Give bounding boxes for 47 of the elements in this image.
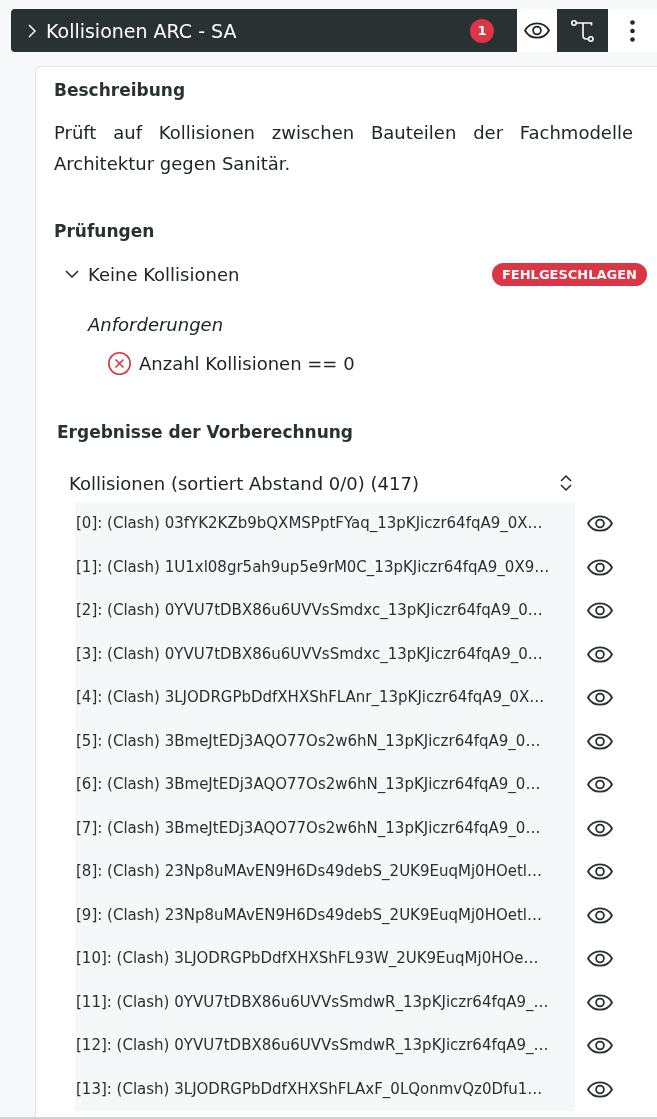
clash-item[interactable]: [13]: (Clash) 3LJODRGPbDdfXHXShFLAxF_0LQonmvQz0Dfu1… — [75, 1067, 575, 1111]
section-heading: Beschreibung — [54, 79, 187, 102]
visibility-button[interactable] — [517, 9, 557, 52]
sort-icon — [560, 474, 572, 492]
clash-item[interactable]: [1]: (Clash) 1U1xl08gr5ah9up5e9rM0C_13pKJiczr64fqA9_0X9… — [75, 545, 575, 589]
eye-icon — [587, 993, 613, 1011]
eye-icon — [524, 22, 550, 39]
chevron-down-icon[interactable] — [65, 270, 79, 278]
section-header[interactable]: Kollisionen ARC - SA 1 — [11, 9, 517, 52]
eye-icon — [587, 776, 613, 794]
clash-item[interactable]: [9]: (Clash) 23Np8uMAvEN9H6Ds49debS_2UK9EuqMj0HOetl… — [75, 893, 575, 937]
clash-item[interactable]: [10]: (Clash) 3LJODRGPbDdfXHXShFL93W_2UK9EuqMj0HOe… — [75, 937, 575, 981]
section-heading: Prüfungen — [54, 220, 156, 243]
eye-icon — [587, 1080, 613, 1098]
status-badge: FEHLGESCHLAGEN — [491, 262, 647, 286]
clash-item[interactable]: [7]: (Clash) 3BmeJtEDj3AQO77Os2w6hN_13pKJiczr64fqA9_0… — [75, 806, 575, 850]
clash-item[interactable]: [4]: (Clash) 3LJODRGPbDdfXHXShFLAnr_13pKJiczr64fqA9_0X… — [75, 676, 575, 720]
connector-button[interactable] — [557, 9, 608, 52]
eye-icon — [587, 515, 613, 533]
eye-icon — [587, 645, 613, 663]
connector-icon — [571, 19, 594, 42]
eye-icon — [587, 732, 613, 750]
eye-icon — [587, 558, 613, 576]
requirement-text: Anzahl Kollisionen == 0 — [139, 352, 355, 374]
clash-item[interactable]: [3]: (Clash) 0YVU7tDBX86u6UVVsSmdxc_13pKJiczr64fqA9_0… — [75, 632, 575, 676]
clash-item[interactable]: [6]: (Clash) 3BmeJtEDj3AQO77Os2w6hN_13pKJiczr64fqA9_0… — [75, 763, 575, 807]
eye-icon — [587, 602, 613, 620]
clash-item[interactable]: [11]: (Clash) 0YVU7tDBX86u6UVVsSmdwR_13pKJiczr64fqA9_… — [75, 980, 575, 1024]
clash-item[interactable]: [2]: (Clash) 0YVU7tDBX86u6UVVsSmdxc_13pKJiczr64fqA9_0… — [75, 589, 575, 633]
requirements-heading: Anforderungen — [86, 313, 225, 337]
eye-icon — [587, 950, 613, 968]
count-badge: 1 — [470, 18, 494, 43]
eye-icon — [587, 819, 613, 837]
clash-item[interactable]: [8]: (Clash) 23Np8uMAvEN9H6Ds49debS_2UK9EuqMj0HOetl… — [75, 850, 575, 894]
check-name: Keine Kollisionen — [88, 263, 241, 285]
more-icon — [630, 19, 635, 42]
clash-item[interactable]: [12]: (Clash) 0YVU7tDBX86u6UVVsSmdwR_13pKJiczr64fqA9_… — [75, 1024, 575, 1068]
eye-icon — [587, 906, 613, 924]
section-title: Kollisionen ARC - SA — [46, 19, 238, 42]
eye-icon — [587, 1037, 613, 1055]
clash-item[interactable]: [0]: (Clash) 03fYK2KZb9bQXMSPptFYaq_13pKJiczr64fqA9_0X… — [75, 502, 575, 546]
sort-dropdown[interactable]: Kollisionen (sortiert Abstand 0/0) (417) — [69, 469, 577, 497]
eye-icon — [587, 689, 613, 707]
section-heading: Ergebnisse der Vorberechnung — [56, 421, 355, 444]
clash-item[interactable]: [5]: (Clash) 3BmeJtEDj3AQO77Os2w6hN_13pKJiczr64fqA9_0… — [75, 719, 575, 763]
eye-icon — [587, 863, 613, 881]
description-text: Prüft auf Kollisionen zwischen Bauteilen der Fachmodelle Architektur gegen Sanitär. — [54, 121, 633, 176]
